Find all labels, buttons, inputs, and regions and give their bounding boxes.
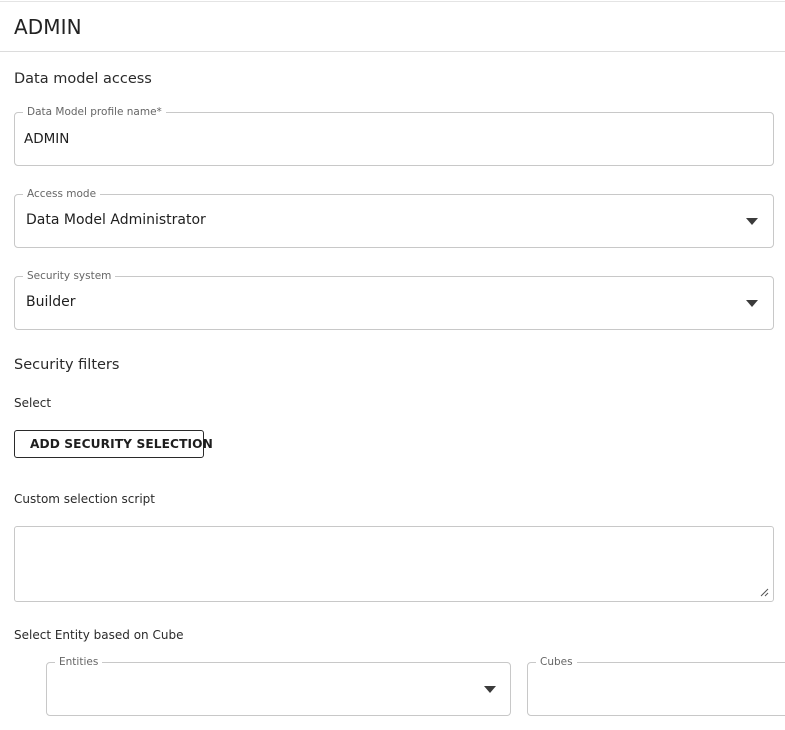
page-header: ADMIN [0, 2, 785, 52]
security-system-value: Builder [26, 294, 76, 310]
entity-cube-label: Select Entity based on Cube [14, 628, 184, 642]
access-mode-value: Data Model Administrator [26, 212, 206, 228]
add-security-selection-label: ADD SECURITY SELECTION [30, 437, 213, 451]
access-mode-label: Access mode [23, 187, 101, 201]
security-system-label: Security system [23, 269, 116, 283]
chevron-down-icon[interactable] [746, 300, 758, 307]
access-mode-select[interactable]: Access mode Data Model Administrator [14, 187, 774, 248]
chevron-down-icon[interactable] [484, 686, 496, 693]
entities-select[interactable]: Entities [46, 655, 511, 716]
chevron-down-icon[interactable] [746, 218, 758, 225]
custom-script-textarea[interactable] [14, 526, 774, 602]
section-title-data-model-access: Data model access [14, 71, 152, 87]
cubes-field[interactable]: Cubes [527, 655, 785, 716]
profile-name-label: Data Model profile name* [23, 105, 166, 119]
resize-grip-icon[interactable] [759, 587, 769, 597]
profile-name-field[interactable]: Data Model profile name* ADMIN [14, 105, 774, 166]
section-title-security-filters: Security filters [14, 357, 120, 373]
page-title: ADMIN [14, 15, 82, 39]
add-security-selection-button[interactable]: ADD SECURITY SELECTION [14, 430, 213, 458]
cubes-label: Cubes [536, 655, 577, 669]
entities-label: Entities [55, 655, 103, 669]
select-label: Select [14, 396, 52, 410]
custom-script-label: Custom selection script [14, 492, 155, 506]
profile-name-value[interactable]: ADMIN [24, 131, 69, 147]
security-system-select[interactable]: Security system Builder [14, 269, 774, 330]
